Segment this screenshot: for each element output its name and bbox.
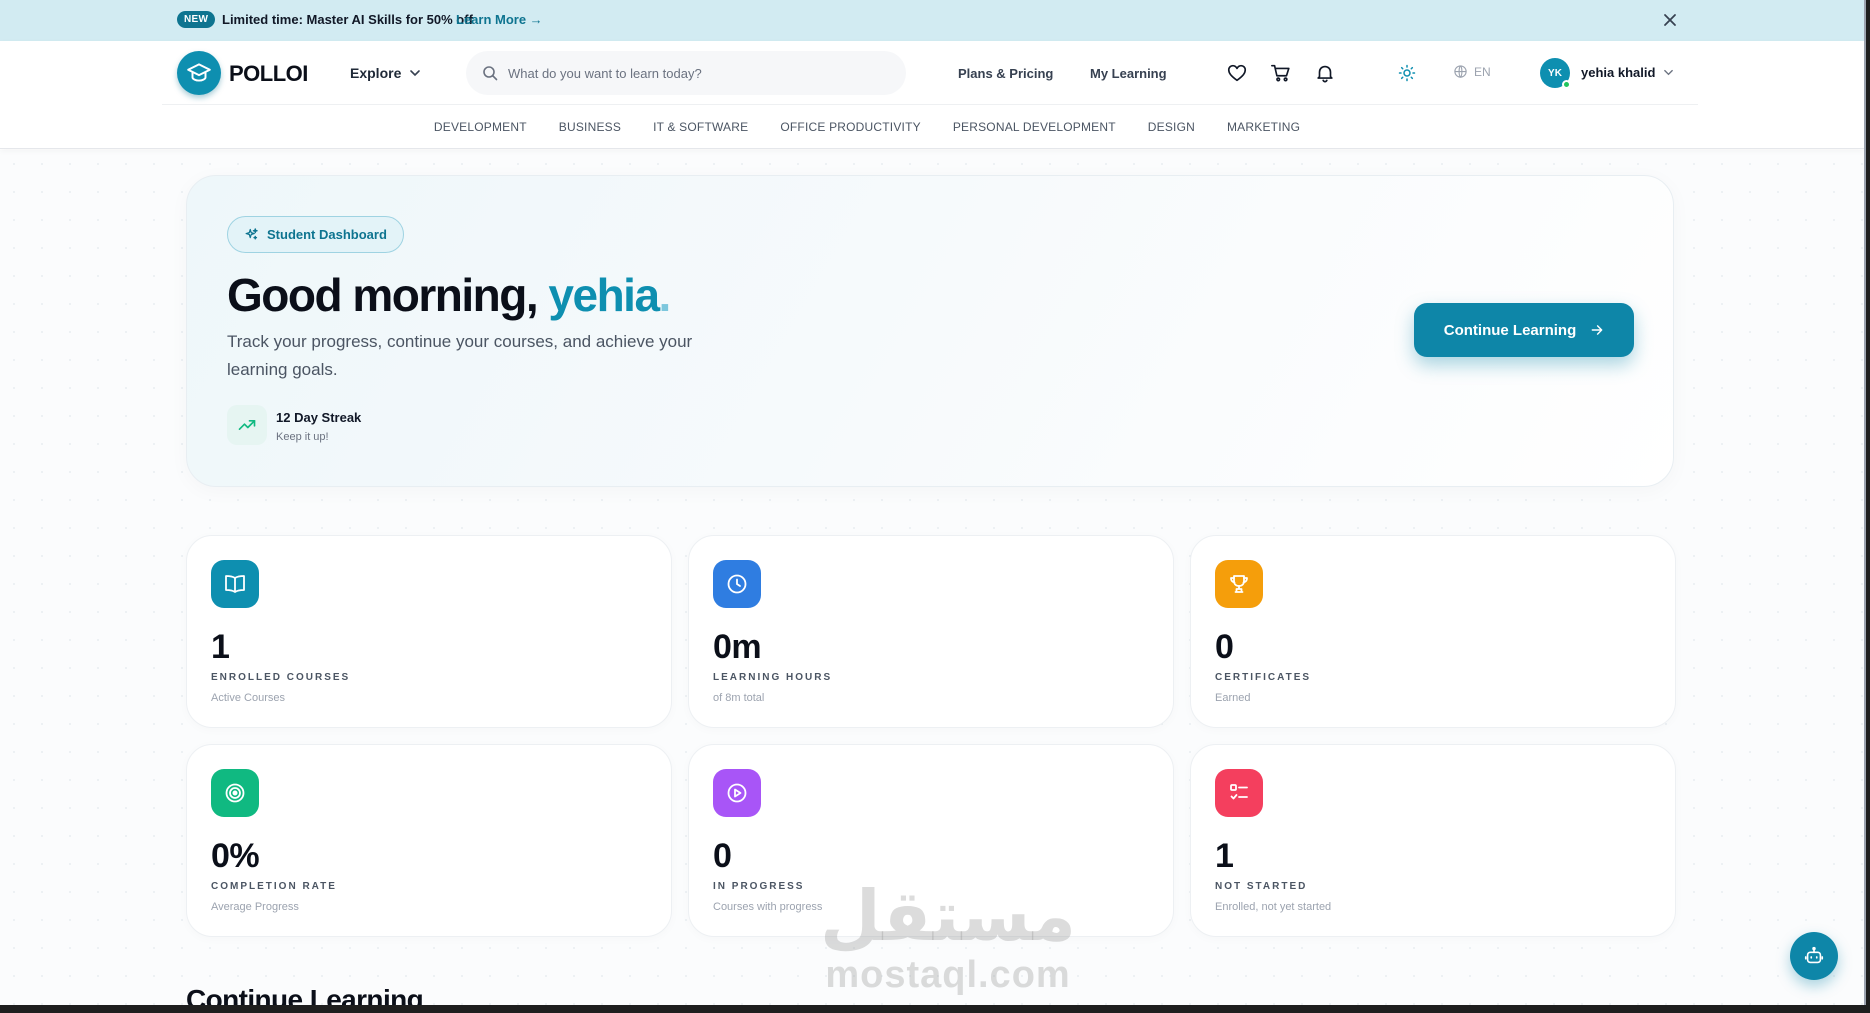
search-input[interactable] — [508, 65, 888, 81]
stat-card-enrolled-courses: 1 ENROLLED COURSES Active Courses — [186, 535, 672, 728]
stat-value: 0 — [713, 837, 732, 875]
globe-icon — [1454, 65, 1467, 78]
browser-viewport: NEW Limited time: Master AI Skills for 5… — [0, 0, 1866, 1005]
category-personal-development[interactable]: PERSONAL DEVELOPMENT — [953, 120, 1116, 134]
cart-icon[interactable] — [1269, 61, 1293, 85]
category-it-software[interactable]: IT & SOFTWARE — [653, 120, 748, 134]
user-name: yehia khalid — [1581, 65, 1656, 80]
welcome-hero-card: Student Dashboard Good morning, yehia. T… — [186, 175, 1674, 487]
trophy-icon — [1215, 560, 1263, 608]
continue-learning-button[interactable]: Continue Learning — [1414, 303, 1634, 357]
stat-label: ENROLLED COURSES — [211, 672, 351, 683]
announcement-message: Limited time: Master AI Skills for 50% o… — [222, 12, 473, 27]
category-business[interactable]: BUSINESS — [559, 120, 621, 134]
category-office-productivity[interactable]: OFFICE PRODUCTIVITY — [780, 120, 920, 134]
explore-label: Explore — [350, 65, 402, 81]
plans-pricing-link[interactable]: Plans & Pricing — [958, 66, 1053, 81]
sun-icon[interactable] — [1395, 61, 1419, 85]
user-menu[interactable]: yehia khalid — [1581, 65, 1674, 80]
chevron-down-icon — [410, 70, 421, 77]
search-icon — [483, 66, 498, 81]
category-marketing[interactable]: MARKETING — [1227, 120, 1300, 134]
new-badge: NEW — [177, 11, 216, 28]
stat-label: IN PROGRESS — [713, 881, 805, 892]
stat-label: NOT STARTED — [1215, 881, 1308, 892]
stat-card-not-started: 1 NOT STARTED Enrolled, not yet started — [1190, 744, 1676, 937]
stat-card-certificates: 0 CERTIFICATES Earned — [1190, 535, 1676, 728]
category-design[interactable]: DESIGN — [1148, 120, 1195, 134]
search-bar — [466, 51, 906, 95]
stat-card-in-progress: 0 IN PROGRESS Courses with progress — [688, 744, 1174, 937]
hero-subtitle: Track your progress, continue your cours… — [227, 332, 693, 379]
streak-subtitle: Keep it up! — [276, 431, 329, 443]
target-icon — [211, 769, 259, 817]
arrow-right-icon — [1591, 325, 1603, 335]
stat-label: LEARNING HOURS — [713, 672, 833, 683]
greeting-heading: Good morning, yehia. — [227, 268, 672, 322]
list-check-icon — [1215, 769, 1263, 817]
avatar-initials: YK — [1548, 67, 1562, 79]
stat-card-completion-rate: 0% COMPLETION RATE Average Progress — [186, 744, 672, 937]
language-switcher[interactable]: EN — [1453, 64, 1491, 79]
avatar[interactable]: YK — [1540, 58, 1571, 89]
chatbot-button[interactable] — [1790, 932, 1838, 980]
sparkles-icon — [245, 228, 258, 240]
category-nav: DEVELOPMENT BUSINESS IT & SOFTWARE OFFIC… — [0, 120, 1864, 134]
greeting-dot: . — [658, 269, 672, 321]
stat-value: 1 — [211, 628, 230, 666]
graduation-cap-icon — [187, 63, 211, 82]
play-circle-icon — [713, 769, 761, 817]
stat-card-learning-hours: 0m LEARNING HOURS of 8m total — [688, 535, 1174, 728]
stat-value: 0 — [1215, 628, 1234, 666]
heart-icon[interactable] — [1225, 61, 1249, 85]
header-divider — [162, 104, 1698, 105]
book-icon — [211, 560, 259, 608]
greeting-user-name: yehia — [548, 269, 660, 321]
explore-menu[interactable]: Explore — [350, 65, 421, 81]
chevron-down-icon — [1664, 69, 1674, 76]
student-dashboard-pill: Student Dashboard — [227, 216, 404, 253]
continue-learning-label: Continue Learning — [1443, 321, 1577, 339]
stat-subtext: Average Progress — [211, 901, 299, 913]
continue-learning-section-title: Continue Learning — [186, 984, 424, 1005]
close-icon[interactable] — [1660, 10, 1680, 30]
learn-more-link[interactable]: Learn More → — [456, 12, 543, 27]
stat-label: COMPLETION RATE — [211, 881, 337, 892]
bell-icon[interactable] — [1313, 61, 1337, 85]
stat-subtext: Enrolled, not yet started — [1215, 901, 1332, 913]
trending-up-icon — [227, 405, 267, 445]
stat-subtext: of 8m total — [713, 692, 765, 704]
my-learning-link[interactable]: My Learning — [1090, 66, 1167, 81]
category-development[interactable]: DEVELOPMENT — [434, 120, 527, 134]
language-label: EN — [1474, 64, 1491, 79]
stat-value: 0m — [713, 628, 762, 666]
announcement-bar: NEW Limited time: Master AI Skills for 5… — [0, 0, 1864, 41]
logo-text[interactable]: POLLOI — [229, 61, 308, 87]
stat-subtext: Earned — [1215, 692, 1251, 704]
online-status-dot — [1562, 80, 1571, 89]
stat-subtext: Active Courses — [211, 692, 285, 704]
streak-title: 12 Day Streak — [276, 410, 362, 425]
clock-icon — [713, 560, 761, 608]
logo-mark[interactable] — [177, 51, 221, 95]
bot-icon — [1804, 946, 1824, 964]
stat-value: 1 — [1215, 837, 1234, 875]
pill-label: Student Dashboard — [267, 227, 387, 242]
stat-value: 0% — [211, 837, 260, 875]
stat-label: CERTIFICATES — [1215, 672, 1312, 683]
site-header: POLLOI Explore Plans & Pricing My Learni… — [0, 41, 1864, 149]
stat-subtext: Courses with progress — [713, 901, 823, 913]
greeting-text: Good morning, — [227, 269, 549, 321]
